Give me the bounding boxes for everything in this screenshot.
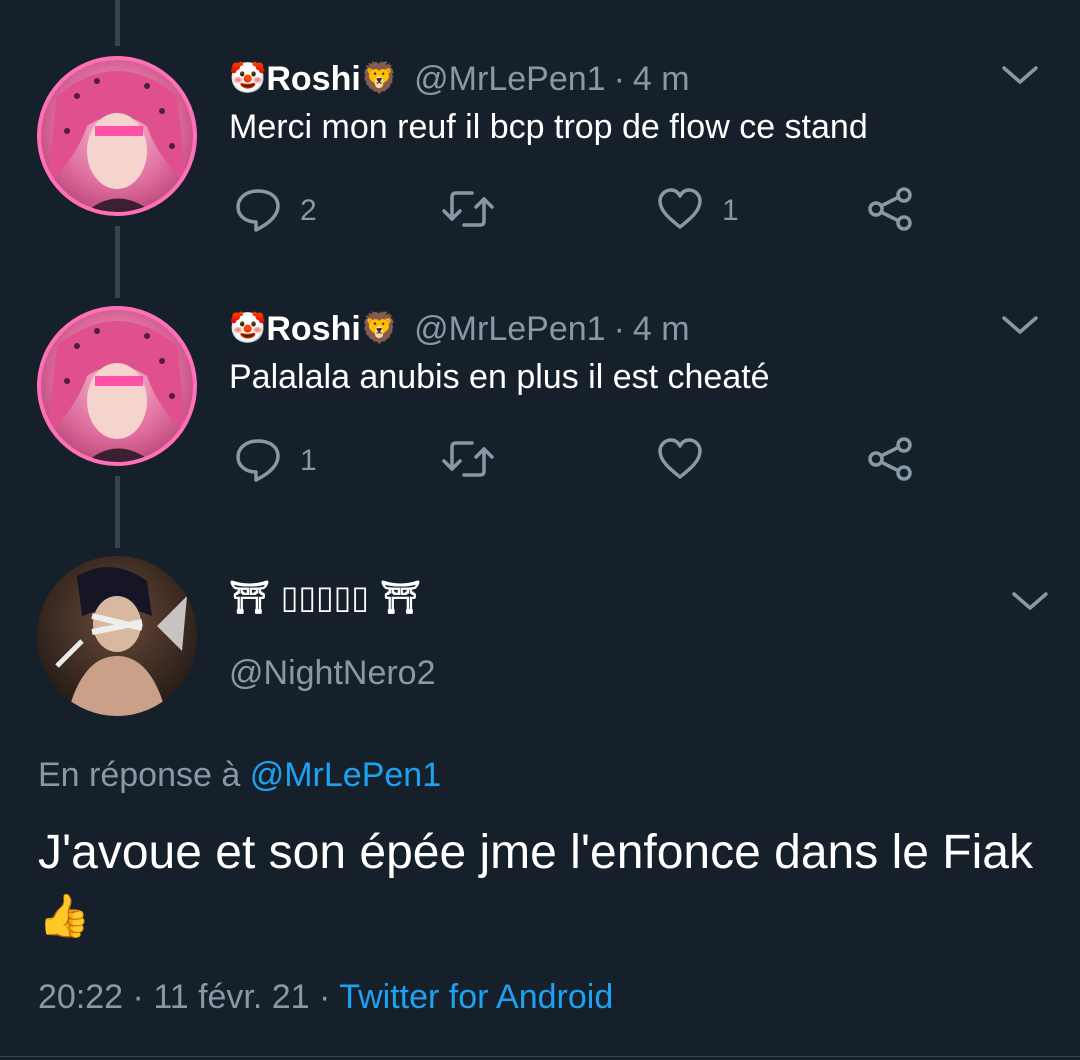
tweet-text: Merci mon reuf il bcp trop de flow ce st… (229, 108, 868, 146)
reply-context: En réponse à @MrLePen1 (38, 756, 441, 795)
tweet-time[interactable]: 4 m (633, 310, 690, 349)
reply-mention-link[interactable]: @MrLePen1 (250, 756, 441, 794)
reply-button[interactable]: 2 (234, 187, 317, 235)
tweet-text-body: J'avoue et son épée jme l'enfonce dans l… (38, 826, 1033, 879)
heart-icon (656, 435, 704, 488)
like-count: 1 (722, 194, 739, 227)
clown-emoji: 🤡 (229, 61, 267, 96)
separator-dot: · (613, 59, 625, 98)
like-button[interactable] (656, 437, 722, 485)
lion-emoji: 🦁 (360, 311, 399, 346)
tweet-time[interactable]: 4 m (633, 60, 690, 99)
chevron-down-icon[interactable] (1000, 310, 1040, 340)
tweet-text: Palalala anubis en plus il est cheaté (229, 358, 770, 396)
avatar[interactable] (37, 556, 197, 716)
share-button[interactable] (866, 435, 914, 488)
reply-count: 2 (300, 194, 317, 227)
reply-label: En réponse à (38, 756, 241, 794)
avatar[interactable] (37, 306, 197, 466)
display-name[interactable]: Roshi (266, 60, 360, 99)
retweet-icon (440, 435, 496, 488)
reply-icon (234, 185, 282, 238)
chevron-down-icon[interactable] (1000, 60, 1040, 90)
avatar[interactable] (37, 56, 197, 216)
retweet-button[interactable] (440, 437, 514, 485)
thread-line-middle (115, 226, 120, 298)
reply-button[interactable]: 1 (234, 437, 317, 485)
separator-dot: · (132, 978, 144, 1016)
share-icon (866, 185, 914, 238)
user-handle[interactable]: @MrLePen1 (414, 310, 605, 349)
separator-dot: · (319, 978, 331, 1016)
tweet-header: 🤡 Roshi 🦁 @MrLePen1 · 4 m (229, 306, 690, 352)
tweet-time: 20:22 (38, 978, 124, 1016)
tweet-text: J'avoue et son épée jme l'enfonce dans l… (38, 822, 1048, 947)
client-link[interactable]: Twitter for Android (339, 978, 613, 1016)
separator-dot: · (613, 309, 625, 348)
tweet-header: 🤡 Roshi 🦁 @MrLePen1 · 4 m (229, 56, 690, 102)
share-button[interactable] (866, 185, 914, 238)
tweet-date: 11 févr. 21 (153, 978, 310, 1016)
clown-emoji: 🤡 (229, 311, 267, 346)
display-name[interactable]: Roshi (266, 310, 360, 349)
chevron-down-icon[interactable] (1010, 586, 1050, 616)
retweet-button[interactable] (440, 187, 514, 235)
like-button[interactable]: 1 (656, 187, 739, 235)
heart-icon (656, 185, 704, 238)
retweet-icon (440, 185, 496, 238)
thumbs-up-emoji: 👍 (38, 891, 91, 940)
lion-emoji: 🦁 (360, 61, 399, 96)
thread-line-top (115, 0, 120, 46)
reply-count: 1 (300, 444, 317, 477)
divider (0, 1056, 1080, 1057)
user-handle[interactable]: @NightNero2 (229, 654, 436, 693)
reply-icon (234, 435, 282, 488)
share-icon (866, 435, 914, 488)
tweet-meta: 20:22 · 11 févr. 21 · Twitter for Androi… (38, 978, 613, 1017)
display-name[interactable]: ⛩ ▯▯▯▯▯ ⛩ (229, 578, 421, 616)
thread-line-bottom (115, 476, 120, 548)
user-handle[interactable]: @MrLePen1 (414, 60, 605, 99)
